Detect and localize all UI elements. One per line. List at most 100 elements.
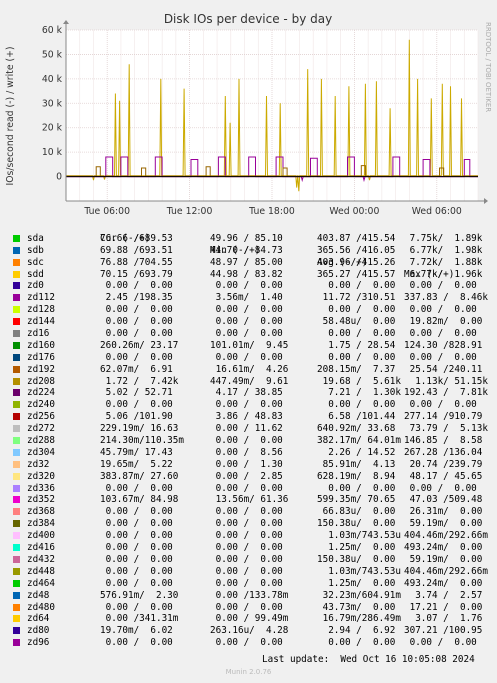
legend-max: 337.83 / 8.46k bbox=[404, 292, 488, 304]
plot-area: Tue 06:00 Tue 12:00 Tue 18:00 Wed 00:00 Wed … bbox=[42, 20, 488, 215]
legend-row: zd384 0.00 / 0.00 0.00 / 0.00 150.38u/ 0.… bbox=[10, 518, 490, 530]
legend-device-name: zd448 bbox=[27, 565, 55, 577]
legend-swatch bbox=[13, 270, 20, 278]
legend-row: zd352 103.67m/ 84.98 13.56m/ 61.36 599.35m… bbox=[10, 494, 490, 506]
legend-row: zd192 62.07m/ 6.91 16.61m/ 4.26 208.15m/ 7… bbox=[10, 364, 490, 376]
legend-min: 0.00 / 11.62 bbox=[210, 423, 283, 435]
legend-row: zd112 2.45 /198.35 3.56m/ 1.40 11.72 /31… bbox=[10, 292, 490, 304]
legend-cur: 0.00 / 0.00 bbox=[100, 530, 173, 542]
legend-swatch bbox=[13, 234, 20, 242]
legend-row: sdc 76.88 /704.55 48.97 / 85.00 403.96 /415… bbox=[10, 257, 490, 269]
legend-device-name: zd240 bbox=[27, 399, 55, 411]
x-tick-label: Tue 06:00 bbox=[83, 206, 130, 215]
legend-cur: 0.00 / 0.00 bbox=[100, 518, 173, 530]
legend-max: 0.00 / 0.00 bbox=[404, 482, 477, 494]
legend-swatch bbox=[13, 365, 20, 373]
legend-cur: 70.15 /693.79 bbox=[100, 268, 173, 280]
legend-avg: 43.73m/ 0.00 bbox=[317, 601, 396, 613]
legend-max: 3.74 / 2.57 bbox=[404, 589, 483, 601]
legend-cur: 0.00 / 0.00 bbox=[100, 304, 173, 316]
legend-device-name: zd352 bbox=[27, 494, 55, 506]
legend-device-name: zd432 bbox=[27, 553, 55, 565]
legend-min: 0.00 / 0.00 bbox=[210, 399, 283, 411]
legend-row: zd288 214.30m/110.35m 0.00 / 0.00 382.17m/… bbox=[10, 435, 490, 447]
legend-cur: 62.07m/ 6.91 bbox=[100, 363, 173, 375]
legend-avg: 0.00 / 0.00 bbox=[317, 399, 396, 411]
legend-swatch bbox=[13, 330, 20, 338]
legend-swatch bbox=[13, 532, 20, 540]
legend-max: 19.82m/ 0.00 bbox=[404, 316, 483, 328]
legend-swatch bbox=[13, 639, 20, 647]
legend-swatch bbox=[13, 496, 20, 504]
legend-avg: 2.26 / 14.52 bbox=[317, 446, 396, 458]
x-tick-label: Tue 18:00 bbox=[248, 206, 295, 215]
legend-device-name: zd16 bbox=[27, 328, 50, 340]
legend-device-name: zd256 bbox=[27, 411, 55, 423]
legend-row: zd416 0.00 / 0.00 0.00 / 0.00 1.25m/ 0.0… bbox=[10, 542, 490, 554]
legend-swatch bbox=[13, 425, 20, 433]
legend-max: 73.79 / 5.13k bbox=[404, 423, 488, 435]
legend-device-name: sda bbox=[27, 232, 44, 244]
legend-device-name: zd128 bbox=[27, 304, 55, 316]
legend-avg: 1.03m/743.53u bbox=[317, 530, 401, 542]
legend-swatch bbox=[13, 353, 20, 361]
legend-avg: 1.03m/743.53u bbox=[317, 565, 401, 577]
legend-row: zd480 0.00 / 0.00 0.00 / 0.00 43.73m/ 0.… bbox=[10, 602, 490, 614]
legend-row: zd448 0.00 / 0.00 0.00 / 0.00 1.03m/743.… bbox=[10, 566, 490, 578]
legend-min: 0.00 / 0.00 bbox=[210, 637, 283, 649]
legend-device-name: zd32 bbox=[27, 458, 50, 470]
legend-max: 493.24m/ 0.00 bbox=[404, 577, 483, 589]
legend-max: 3.07 / 1.76 bbox=[404, 613, 483, 625]
y-tick-label: 10 k bbox=[42, 147, 63, 158]
watermark: RRDTOOL / TOBI OETIKER bbox=[484, 22, 492, 112]
legend-device-name: zd304 bbox=[27, 446, 55, 458]
legend-min: 0.00 /133.78m bbox=[210, 589, 289, 601]
legend-swatch bbox=[13, 508, 20, 516]
legend-row: zd64 0.00 /341.31m 0.00 / 99.49m 16.79m/… bbox=[10, 613, 490, 625]
legend-cur: 0.00 / 0.00 bbox=[100, 553, 173, 565]
legend-max: 192.43 / 7.81k bbox=[404, 387, 488, 399]
legend-max: 404.46m/292.66m bbox=[404, 565, 488, 577]
legend-device-name: zd416 bbox=[27, 542, 55, 554]
legend-device-name: zd208 bbox=[27, 375, 55, 387]
legend-swatch bbox=[13, 484, 20, 492]
legend-max: 493.24m/ 0.00 bbox=[404, 542, 483, 554]
legend-avg: 0.00 / 0.00 bbox=[317, 304, 396, 316]
chart-title: Disk IOs per device - by day bbox=[164, 12, 332, 26]
legend-avg: 7.21 / 1.30k bbox=[317, 387, 401, 399]
legend-swatch bbox=[13, 579, 20, 587]
legend-avg: 150.38u/ 0.00 bbox=[317, 553, 396, 565]
chart-area: Disk IOs per device - by day IOs/second … bbox=[5, 12, 492, 215]
legend-avg: 6.58 /101.44 bbox=[317, 411, 396, 423]
legend-row: zd96 0.00 / 0.00 0.00 / 0.00 0.00 / 0.00… bbox=[10, 637, 490, 649]
legend-min: 16.61m/ 4.26 bbox=[210, 363, 289, 375]
legend-cur: 103.67m/ 84.98 bbox=[100, 494, 179, 506]
legend-cur: 0.00 / 0.00 bbox=[100, 280, 173, 292]
legend-row: zd176 0.00 / 0.00 0.00 / 0.00 0.00 / 0.0… bbox=[10, 352, 490, 364]
legend-device-name: zd224 bbox=[27, 387, 55, 399]
legend-avg: 85.91m/ 4.13 bbox=[317, 458, 396, 470]
legend-max: 0.00 / 0.00 bbox=[404, 351, 477, 363]
legend-device-name: zd368 bbox=[27, 506, 55, 518]
legend-min: 101.01m/ 9.45 bbox=[210, 339, 289, 351]
legend-avg: 403.96 /415.26 bbox=[317, 256, 396, 268]
legend-avg: 208.15m/ 7.37 bbox=[317, 363, 396, 375]
legend-table: Cur (-/+) Min (-/+) Avg (-/+) Max (-/+) … bbox=[10, 221, 490, 649]
legend-max: 0.00 / 0.00 bbox=[404, 304, 477, 316]
legend-max: 267.28 /136.04 bbox=[404, 446, 483, 458]
legend-swatch bbox=[13, 460, 20, 468]
legend-device-name: zd144 bbox=[27, 316, 55, 328]
legend-max: 0.00 / 0.00 bbox=[404, 280, 477, 292]
legend-row: zd16 0.00 / 0.00 0.00 / 0.00 0.00 / 0.00… bbox=[10, 328, 490, 340]
legend-avg: 628.19m/ 8.94 bbox=[317, 470, 396, 482]
legend-cur: 45.79m/ 17.43 bbox=[100, 446, 173, 458]
legend-row: zd128 0.00 / 0.00 0.00 / 0.00 0.00 / 0.0… bbox=[10, 304, 490, 316]
legend-min: 447.49m/ 9.61 bbox=[210, 375, 289, 387]
legend-row: zd208 1.72 / 7.42k 447.49m/ 9.61 19.68 / … bbox=[10, 376, 490, 388]
legend-avg: 0.00 / 0.00 bbox=[317, 280, 396, 292]
legend-avg: 0.00 / 0.00 bbox=[317, 482, 396, 494]
x-tick-label: Tue 12:00 bbox=[166, 206, 213, 215]
legend-device-name: zd336 bbox=[27, 482, 55, 494]
legend-max: 7.75k/ 1.89k bbox=[404, 232, 483, 244]
last-update: Last update: Wed Oct 16 10:05:08 2024 bbox=[262, 654, 475, 665]
